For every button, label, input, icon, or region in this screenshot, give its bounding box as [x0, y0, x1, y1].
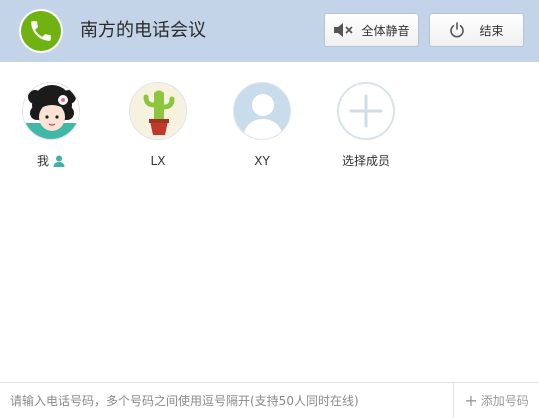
- add-number-label: 添加号码: [480, 394, 529, 408]
- member-name: 我: [36, 154, 49, 168]
- end-call-button[interactable]: 结束: [429, 13, 524, 47]
- add-number-button[interactable]: + 添加号码: [454, 383, 539, 418]
- title-bar: 南方的电话会议 全体静音 结束: [0, 0, 539, 62]
- cactus-avatar: [129, 82, 187, 140]
- page-title: 南方的电话会议: [80, 20, 206, 41]
- select-members-button[interactable]: 选择成员: [326, 82, 406, 172]
- member-xy[interactable]: XY: [222, 82, 302, 172]
- plus-icon: +: [464, 391, 478, 410]
- member-name: XY: [254, 154, 270, 168]
- footer-bar: + 添加号码: [0, 382, 539, 418]
- member-lx[interactable]: LX: [118, 82, 198, 172]
- member-name: LX: [150, 154, 166, 168]
- select-members-label: 选择成员: [341, 154, 390, 168]
- member-me[interactable]: 我: [11, 82, 91, 172]
- phone-icon: [21, 11, 61, 51]
- phone-number-input[interactable]: [0, 383, 452, 418]
- end-call-label: 结束: [479, 23, 504, 38]
- girl-cartoon-avatar: [22, 82, 80, 140]
- mute-all-label: 全体静音: [361, 23, 410, 38]
- person-icon: [53, 155, 65, 167]
- default-person-avatar: [233, 82, 291, 140]
- mute-all-button[interactable]: 全体静音: [324, 13, 419, 47]
- power-icon: [450, 22, 465, 38]
- plus-icon: [337, 82, 395, 140]
- speaker-muted-icon: [334, 23, 354, 37]
